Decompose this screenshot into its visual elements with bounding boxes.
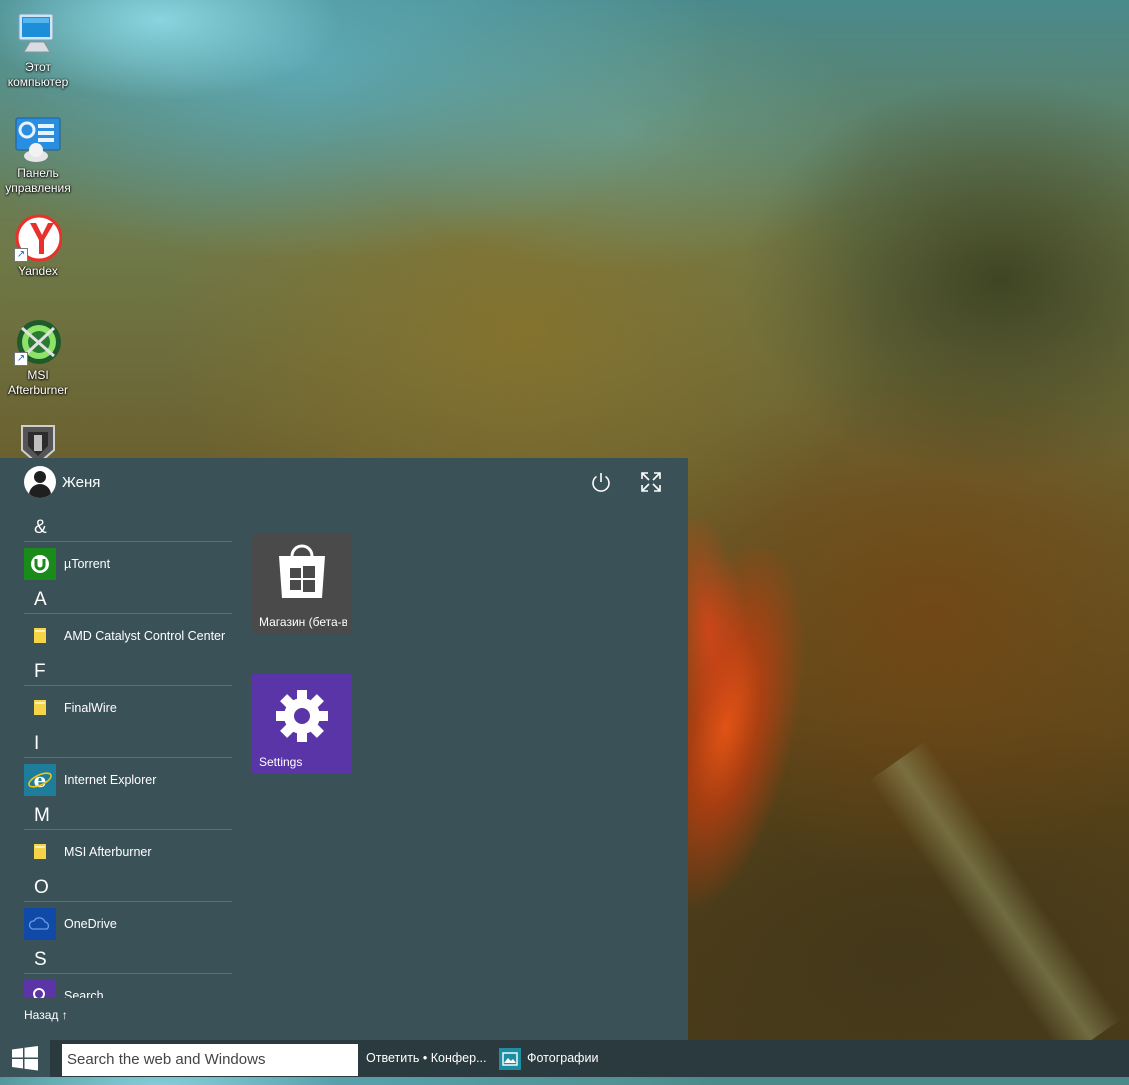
- desktop-icon-msi-afterburner[interactable]: ↗ MSI Afterburner: [0, 318, 76, 398]
- utorrent-icon: [24, 548, 56, 580]
- app-label: OneDrive: [64, 917, 117, 931]
- start-button[interactable]: [0, 1040, 50, 1077]
- user-name: Женя: [62, 473, 101, 491]
- back-button[interactable]: Назад ↑: [24, 1008, 68, 1022]
- expand-start-button[interactable]: [639, 470, 663, 494]
- tile-store[interactable]: Магазин (бета-в: [252, 534, 352, 634]
- avatar: [24, 466, 56, 498]
- letter-header[interactable]: F: [24, 658, 232, 686]
- app-item-amd-catalyst[interactable]: AMD Catalyst Control Center: [24, 614, 232, 658]
- tile-label: Settings: [259, 755, 303, 769]
- app-item-onedrive[interactable]: OneDrive: [24, 902, 232, 946]
- internet-explorer-icon: e: [24, 764, 56, 796]
- letter-header[interactable]: M: [24, 802, 232, 830]
- app-item-utorrent[interactable]: µTorrent: [24, 542, 232, 586]
- desktop-icon-label: Yandex: [18, 264, 58, 278]
- taskbar-item-label: Фотографии: [527, 1051, 599, 1065]
- letter-header[interactable]: O: [24, 874, 232, 902]
- start-menu: Женя & µTorrent A AMD Catalyst Control C…: [0, 458, 688, 1040]
- tile-settings[interactable]: Settings: [252, 674, 352, 774]
- onedrive-icon: [24, 908, 56, 940]
- yandex-browser-icon: ↗: [14, 214, 63, 262]
- gear-icon: [276, 690, 328, 742]
- desktop-icon-label: MSI Afterburner: [7, 368, 69, 397]
- folder-icon: [24, 836, 56, 868]
- expand-icon: [641, 472, 661, 492]
- desktop-icon-control-panel[interactable]: Панель управления: [0, 116, 76, 196]
- desktop-icon-label: Панель управления: [5, 166, 71, 195]
- app-label: µTorrent: [64, 557, 111, 571]
- taskbar-item-browser[interactable]: Ответить • Конфер...: [366, 1040, 487, 1077]
- desktop-icon-this-pc[interactable]: Этот компьютер: [0, 10, 76, 90]
- desktop-icon-yandex[interactable]: ↗ Yandex: [0, 214, 76, 279]
- folder-icon: [24, 620, 56, 652]
- user-account-button[interactable]: Женя: [24, 466, 100, 498]
- folder-icon: [24, 692, 56, 724]
- store-icon: [279, 544, 325, 598]
- letter-header[interactable]: I: [24, 730, 232, 758]
- power-button[interactable]: [589, 470, 613, 494]
- app-label: MSI Afterburner: [64, 845, 152, 859]
- app-item-search[interactable]: Search: [24, 974, 232, 998]
- windows-logo-icon: [12, 1046, 38, 1071]
- shortcut-arrow-icon: ↗: [14, 352, 28, 366]
- search-icon: [24, 980, 56, 998]
- all-apps-list: & µTorrent A AMD Catalyst Control Center…: [24, 514, 232, 998]
- app-label: AMD Catalyst Control Center: [64, 629, 226, 643]
- app-label: Search: [64, 989, 104, 998]
- app-item-internet-explorer[interactable]: e Internet Explorer: [24, 758, 232, 802]
- shortcut-arrow-icon: ↗: [14, 248, 28, 262]
- tile-label: Магазин (бета-в: [259, 615, 347, 629]
- wallpaper-stem: [868, 740, 1122, 1060]
- power-icon: [592, 473, 610, 492]
- letter-header[interactable]: &: [24, 514, 232, 542]
- search-input[interactable]: Search the web and Windows: [62, 1044, 358, 1076]
- taskbar-item-photos[interactable]: Фотографии: [499, 1040, 598, 1077]
- this-pc-icon: [14, 10, 62, 58]
- app-item-msi-afterburner[interactable]: MSI Afterburner: [24, 830, 232, 874]
- desktop-icon-label: Этот компьютер: [7, 60, 69, 89]
- letter-header[interactable]: A: [24, 586, 232, 614]
- photos-icon: [499, 1047, 521, 1070]
- letter-header[interactable]: S: [24, 946, 232, 974]
- app-label: FinalWire: [64, 701, 117, 715]
- app-item-finalwire[interactable]: FinalWire: [24, 686, 232, 730]
- app-label: Internet Explorer: [64, 773, 157, 787]
- taskbar: Search the web and Windows Ответить • Ко…: [0, 1040, 1129, 1077]
- msi-afterburner-icon: ↗: [14, 318, 62, 366]
- control-panel-icon: [14, 116, 62, 164]
- svg-text:e: e: [34, 768, 47, 792]
- taskbar-item-label: Ответить • Конфер...: [366, 1051, 487, 1065]
